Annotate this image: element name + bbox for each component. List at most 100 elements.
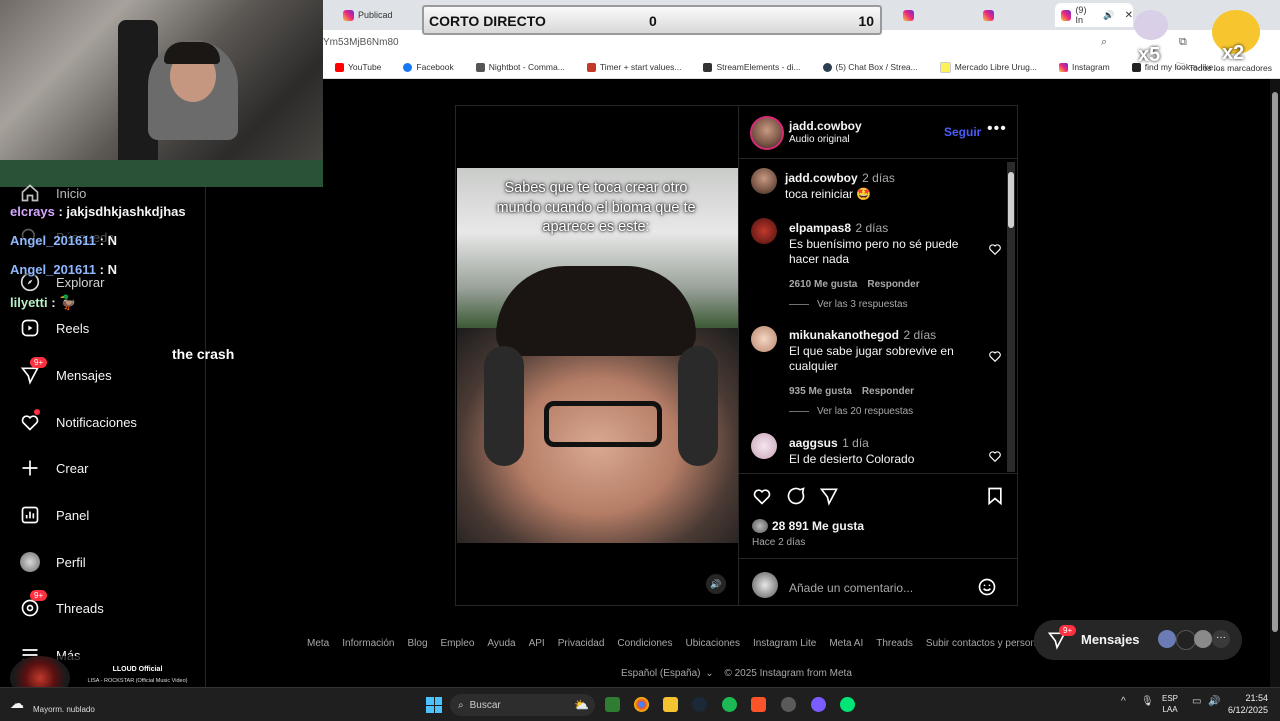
footer-link[interactable]: Meta [307, 638, 329, 649]
sidebar-item-mensajes[interactable]: 9+ Mensajes [20, 357, 112, 385]
comment-username[interactable]: mikunakanothegod [789, 328, 899, 342]
likes-count[interactable]: 28 891 Me gusta [752, 519, 864, 533]
save-bookmark-icon[interactable] [985, 486, 1005, 506]
footer-link[interactable]: Threads [876, 638, 913, 649]
footer-link[interactable]: Blog [407, 638, 427, 649]
brave-icon[interactable] [751, 697, 766, 712]
bookmark-instagram[interactable]: Instagram [1047, 62, 1120, 72]
reel-video[interactable]: Sabes que te toca crear otro mundo cuand… [456, 106, 738, 605]
share-icon[interactable] [819, 486, 839, 506]
extensions-icon[interactable]: ⧉ [1179, 36, 1187, 49]
windows-start-icon[interactable] [426, 697, 442, 713]
volume-icon[interactable]: 🔊 [1208, 696, 1220, 707]
like-icon[interactable] [752, 486, 772, 506]
like-comment-icon[interactable] [988, 242, 1002, 256]
sidebar-item-crear[interactable]: Crear [20, 458, 89, 478]
audio-label[interactable]: Audio original [789, 134, 850, 145]
like-comment-icon[interactable] [988, 349, 1002, 363]
sidebar-item-label: Notificaciones [56, 414, 137, 430]
sidebar-item-notificaciones[interactable]: Notificaciones [20, 409, 137, 432]
taskbar-search[interactable]: ⌕ Buscar ⛅ [450, 694, 595, 716]
more-options-icon[interactable]: ••• [987, 120, 1007, 138]
view-replies[interactable]: Ver las 3 respuestas [789, 299, 908, 310]
bookmark-streamelements[interactable]: StreamElements - di... [691, 62, 810, 72]
zoom-icon[interactable]: ⌕ [1101, 36, 1107, 49]
bookmark-facebook[interactable]: Facebook [391, 62, 463, 72]
follow-button[interactable]: Seguir [944, 125, 981, 139]
comment-username[interactable]: elpampas8 [789, 221, 851, 235]
weather-icon[interactable]: ☁ [10, 695, 24, 712]
sidebar-item-threads[interactable]: 9+ Threads [20, 590, 104, 618]
emoji-icon[interactable] [977, 577, 997, 597]
footer-link[interactable]: Ubicaciones [685, 638, 739, 649]
view-replies[interactable]: Ver las 20 respuestas [789, 406, 913, 417]
bookmark-mercadolibre[interactable]: Mercado Libre Urug... [928, 61, 1047, 73]
sidebar-item-panel[interactable]: Panel [20, 505, 89, 525]
reply-button[interactable]: Responder [867, 279, 919, 290]
comment-username[interactable]: aaggsus [789, 436, 838, 450]
bookmark-timer[interactable]: Timer + start values... [575, 62, 692, 72]
comment-text: El que sabe jugar sobrevive en cualquier [789, 344, 954, 373]
bookmark-youtube[interactable]: YouTube [323, 62, 391, 72]
comment-username[interactable]: jadd.cowboy [785, 171, 858, 185]
sidebar-item-inicio[interactable]: Inicio [20, 183, 86, 203]
author-avatar[interactable] [750, 116, 784, 150]
footer-link[interactable]: Instagram Lite [753, 638, 816, 649]
footer-link[interactable]: Subir contactos y persona [926, 638, 1042, 649]
comment-likes[interactable]: 2610 Me gusta [789, 279, 857, 290]
comment-likes[interactable]: 935 Me gusta [789, 386, 852, 397]
weather-text[interactable]: Mayorm. nublado [33, 705, 95, 714]
folder-icon: 🗀 [1176, 61, 1185, 71]
minecraft-icon[interactable] [605, 697, 620, 712]
comment-icon[interactable] [786, 486, 806, 506]
author-username[interactable]: jadd.cowboy [789, 119, 862, 133]
messages-pill[interactable]: 9+ Mensajes ··· [1034, 620, 1242, 660]
url-text[interactable]: Ym53MjB6Nm80 [323, 37, 399, 48]
reply-button[interactable]: Responder [862, 386, 914, 397]
comments-scrollbar-thumb[interactable] [1008, 172, 1014, 228]
like-comment-icon[interactable] [988, 449, 1002, 463]
sidebar-item-perfil[interactable]: Perfil [20, 552, 86, 572]
spotify-icon[interactable] [722, 697, 737, 712]
footer-link[interactable]: API [529, 638, 545, 649]
microphone-icon[interactable]: 🎙 [1141, 696, 1154, 707]
footer-link[interactable]: Empleo [441, 638, 475, 649]
audio-toggle-button[interactable]: 🔊 [706, 574, 726, 594]
app-icon[interactable] [840, 697, 855, 712]
comment-avatar[interactable] [751, 326, 777, 352]
chevron-down-icon[interactable]: ⌄ [705, 668, 713, 679]
chat-user: elcrays [10, 204, 55, 219]
post-modal: Sabes que te toca crear otro mundo cuand… [455, 105, 1018, 606]
active-browser-tab[interactable]: (9) In 🔊 ✕ [1055, 3, 1133, 27]
chevron-up-icon[interactable]: ^ [1121, 696, 1126, 707]
footer-link[interactable]: Condiciones [617, 638, 672, 649]
file-explorer-icon[interactable] [663, 697, 678, 712]
emoji-sticker: x2 [1208, 8, 1268, 66]
comment-input[interactable]: Añade un comentario... [789, 581, 913, 595]
comment-avatar[interactable] [751, 433, 777, 459]
comment-avatar[interactable] [751, 218, 777, 244]
lang-primary: ESP [1162, 694, 1179, 703]
footer-link[interactable]: Ayuda [487, 638, 515, 649]
streamelements-icon [703, 62, 713, 72]
bookmark-nightbot[interactable]: Nightbot - Comma... [464, 62, 575, 72]
language-indicator[interactable]: ESP LAA [1162, 693, 1178, 715]
app-icon[interactable] [811, 697, 826, 712]
app-icon[interactable] [781, 697, 796, 712]
page-scrollbar-thumb[interactable] [1272, 92, 1278, 632]
sidebar-item-reels[interactable]: Reels [20, 318, 89, 338]
footer-link[interactable]: Meta AI [829, 638, 863, 649]
bookmark-chatbox[interactable]: (5) Chat Box / Strea... [811, 62, 928, 72]
footer-link[interactable]: Privacidad [558, 638, 605, 649]
footer-link[interactable]: Información [342, 638, 394, 649]
chrome-icon[interactable] [634, 697, 649, 712]
network-icon[interactable]: ▭ [1192, 696, 1201, 707]
steam-icon[interactable] [692, 697, 707, 712]
comment-avatar[interactable] [751, 168, 777, 194]
instagram-icon [1061, 9, 1072, 21]
system-clock[interactable]: 21:54 6/12/2025 [1228, 692, 1268, 716]
browser-tab[interactable] [903, 5, 914, 25]
browser-tab[interactable] [983, 5, 994, 25]
language-select[interactable]: Español (España) [621, 668, 701, 679]
browser-tab[interactable]: Publicad [343, 5, 393, 25]
